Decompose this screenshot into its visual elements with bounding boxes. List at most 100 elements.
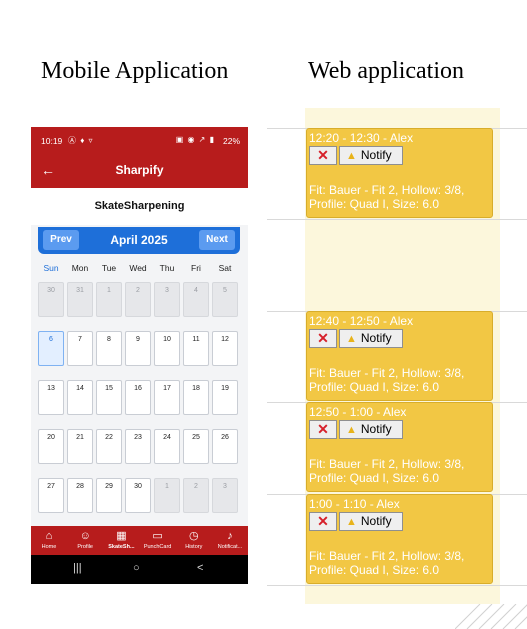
page-title: SkateSharpening — [31, 188, 248, 225]
notify-label: Notify — [360, 422, 392, 436]
calendar-day[interactable]: 7 — [67, 331, 93, 366]
calendar-day[interactable]: 3 — [154, 282, 180, 317]
calendar-day[interactable]: 22 — [96, 429, 122, 464]
weekday-label: Sat — [218, 263, 232, 273]
weekday-label: Wed — [129, 263, 147, 273]
calendar-day[interactable]: 17 — [154, 380, 180, 415]
weekday-label: Mon — [71, 263, 89, 273]
notify-button[interactable]: ▲ Notify — [339, 329, 403, 348]
calendar-day[interactable]: 13 — [38, 380, 64, 415]
calendar-day[interactable]: 31 — [67, 282, 93, 317]
calendar-day[interactable]: 10 — [154, 331, 180, 366]
calendar-day[interactable]: 1 — [154, 478, 180, 513]
calendar-day[interactable]: 5 — [212, 282, 238, 317]
calendar-day[interactable]: 27 — [38, 478, 64, 513]
person-icon: ☺ — [79, 530, 91, 542]
booking-time: 1:00 - 1:10 - Alex — [309, 497, 400, 511]
calendar-day[interactable]: 29 — [96, 478, 122, 513]
tab-calendar[interactable]: ▦ SkateSh... — [103, 526, 139, 555]
tab-clock[interactable]: ◷ History — [176, 526, 212, 555]
weekday-label: Fri — [191, 263, 201, 273]
booking-details: Fit: Bauer - Fit 2, Hollow: 3/8, Profile… — [309, 183, 465, 211]
notify-button[interactable]: ▲ Notify — [339, 420, 403, 439]
calendar-day[interactable]: 23 — [125, 429, 151, 464]
status-signal-icons: ▣ ◉ ↗ ▮ — [175, 135, 215, 144]
booking-time: 12:20 - 12:30 - Alex — [309, 131, 414, 145]
calendar-day[interactable]: 12 — [212, 331, 238, 366]
notify-button[interactable]: ▲ Notify — [339, 146, 403, 165]
calendar-day[interactable]: 28 — [67, 478, 93, 513]
status-time: 10:19 — [41, 136, 63, 146]
calendar-day[interactable]: 26 — [212, 429, 238, 464]
booking-card: 1:00 - 1:10 - Alex ✕ ▲ Notify Fit: Bauer - F… — [306, 494, 493, 584]
system-navigation-bar: ||| ○ < — [31, 555, 248, 584]
tab-person[interactable]: ☺ Profile — [67, 526, 103, 555]
tab-label: History — [185, 544, 203, 550]
recents-icon[interactable]: ||| — [73, 562, 82, 574]
month-header: Prev April 2025 Next — [38, 227, 240, 254]
mobile-screenshot: 10:19 Ⓐ ♦ ▿ ▣ ◉ ↗ ▮ 22% ← Sharpify Skate… — [31, 127, 248, 584]
home-icon: ⌂ — [45, 530, 53, 542]
calendar-day[interactable]: 20 — [38, 429, 64, 464]
tab-label: SkateSh... — [108, 544, 135, 550]
cancel-booking-button[interactable]: ✕ — [309, 146, 337, 165]
booking-card: 12:40 - 12:50 - Alex ✕ ▲ Notify Fit: Bauer -… — [306, 311, 493, 401]
cancel-booking-button[interactable]: ✕ — [309, 420, 337, 439]
weekday-label: Sun — [43, 263, 59, 273]
calendar-icon: ▦ — [116, 530, 127, 542]
calendar-day[interactable]: 14 — [67, 380, 93, 415]
calendar-day[interactable]: 30 — [38, 282, 64, 317]
bottom-tab-bar: ⌂ Home ☺ Profile ▦ SkateSh... ▭ PunchCard ◷ Histo… — [31, 526, 248, 555]
close-icon: ✕ — [317, 330, 329, 346]
notify-button[interactable]: ▲ Notify — [339, 512, 403, 531]
bell-icon: ▲ — [346, 424, 357, 436]
booking-card: 12:50 - 1:00 - Alex ✕ ▲ Notify Fit: Bauer - … — [306, 402, 493, 492]
notify-label: Notify — [360, 331, 392, 345]
mobile-heading: Mobile Application — [41, 58, 229, 84]
decorative-stripes — [455, 604, 527, 629]
tab-bell[interactable]: ♪ Notificat... — [212, 526, 248, 555]
app-title: Sharpify — [115, 163, 164, 177]
grid-line — [267, 219, 527, 220]
booking-details: Fit: Bauer - Fit 2, Hollow: 3/8, Profile… — [309, 549, 465, 577]
weekday-label: Thu — [159, 263, 175, 273]
booking-card: 12:20 - 12:30 - Alex ✕ ▲ Notify Fit: Bauer -… — [306, 128, 493, 218]
calendar-day[interactable]: 30 — [125, 478, 151, 513]
battery-level: 22% — [222, 136, 240, 146]
calendar-day[interactable]: 18 — [183, 380, 209, 415]
calendar-day[interactable]: 25 — [183, 429, 209, 464]
weekday-label: Tue — [101, 263, 117, 273]
calendar-day[interactable]: 15 — [96, 380, 122, 415]
status-bar: 10:19 Ⓐ ♦ ▿ ▣ ◉ ↗ ▮ 22% — [31, 127, 248, 155]
bell-icon: ▲ — [346, 516, 357, 528]
calendar-day[interactable]: 11 — [183, 331, 209, 366]
web-heading: Web application — [308, 58, 465, 84]
calendar-day[interactable]: 8 — [96, 331, 122, 366]
calendar-day[interactable]: 9 — [125, 331, 151, 366]
calendar-day[interactable]: 6 — [38, 331, 64, 366]
calendar-day[interactable]: 2 — [125, 282, 151, 317]
tab-label: PunchCard — [143, 544, 172, 550]
booking-time: 12:50 - 1:00 - Alex — [309, 405, 407, 419]
close-icon: ✕ — [317, 513, 329, 529]
calendar-day[interactable]: 21 — [67, 429, 93, 464]
bell-icon: ▲ — [346, 333, 357, 345]
calendar-day[interactable]: 19 — [212, 380, 238, 415]
next-month-button[interactable]: Next — [199, 230, 235, 250]
home-circle-icon[interactable]: ○ — [133, 562, 140, 574]
calendar-day[interactable]: 16 — [125, 380, 151, 415]
grid-line — [267, 585, 527, 586]
cancel-booking-button[interactable]: ✕ — [309, 329, 337, 348]
notify-label: Notify — [360, 148, 392, 162]
calendar-day[interactable]: 1 — [96, 282, 122, 317]
calendar-day[interactable]: 4 — [183, 282, 209, 317]
calendar-day[interactable]: 24 — [154, 429, 180, 464]
booking-details: Fit: Bauer - Fit 2, Hollow: 3/8, Profile… — [309, 366, 465, 394]
tab-label: Home — [41, 544, 57, 550]
calendar-day[interactable]: 2 — [183, 478, 209, 513]
calendar-day[interactable]: 3 — [212, 478, 238, 513]
cancel-booking-button[interactable]: ✕ — [309, 512, 337, 531]
tab-home[interactable]: ⌂ Home — [31, 526, 67, 555]
back-chevron-icon[interactable]: < — [197, 562, 203, 574]
tab-card[interactable]: ▭ PunchCard — [140, 526, 176, 555]
